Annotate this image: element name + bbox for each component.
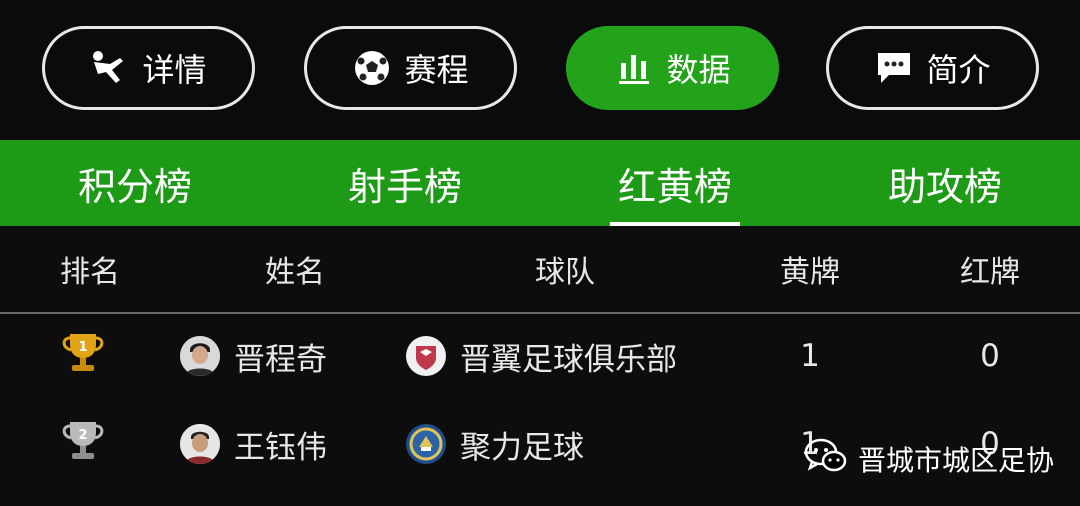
rank-number: 2 xyxy=(78,428,87,443)
intro-label: 简介 xyxy=(926,51,991,89)
tab-scorers-label: 射手榜 xyxy=(347,164,462,209)
silver-trophy-icon: 2 xyxy=(60,418,106,470)
tab-cards[interactable]: 红黄榜 xyxy=(540,140,810,226)
rank-number: 1 xyxy=(78,340,87,355)
header-name: 姓名 xyxy=(265,255,325,290)
tab-standings[interactable]: 积分榜 xyxy=(0,140,270,226)
header-team: 球队 xyxy=(535,255,595,290)
watermark-text: 晋城市城区足协 xyxy=(858,444,1055,477)
player-kick-icon xyxy=(90,48,130,88)
data-label: 数据 xyxy=(666,51,731,89)
team-cell: 聚力足球 xyxy=(406,400,736,488)
team-crest-icon xyxy=(406,424,446,464)
watermark: 晋城市城区足协 xyxy=(804,436,1054,482)
tab-scorers[interactable]: 射手榜 xyxy=(270,140,540,226)
yellow-cards-value: 1 xyxy=(800,338,820,374)
details-button[interactable]: 详情 xyxy=(42,26,255,110)
header-red-cards: 红牌 xyxy=(960,255,1020,290)
table-header: 排名 姓名 球队 黄牌 红牌 xyxy=(0,226,1080,312)
player-cell: 晋程奇 xyxy=(180,312,400,400)
chat-bubble-icon xyxy=(874,48,914,88)
tab-standings-label: 积分榜 xyxy=(77,164,192,209)
soccer-ball-icon xyxy=(352,48,392,88)
header-yellow-cards: 黄牌 xyxy=(780,255,840,290)
team-crest-icon xyxy=(406,336,446,376)
red-cards-value: 0 xyxy=(980,338,1000,374)
player-cell: 王钰伟 xyxy=(180,400,400,488)
rank-cell: 1 xyxy=(60,312,120,400)
tab-assists-label: 助攻榜 xyxy=(887,164,1002,209)
player-avatar xyxy=(180,336,220,376)
details-label: 详情 xyxy=(142,51,207,89)
tab-assists[interactable]: 助攻榜 xyxy=(810,140,1080,226)
rank-cell: 2 xyxy=(60,400,120,488)
tab-cards-label: 红黄榜 xyxy=(617,164,732,209)
team-name: 晋翼足球俱乐部 xyxy=(460,341,677,378)
wechat-icon xyxy=(804,437,848,482)
ranking-tab-bar: 积分榜 射手榜 红黄榜 助攻榜 xyxy=(0,140,1080,226)
player-name: 王钰伟 xyxy=(234,429,327,466)
intro-button[interactable]: 简介 xyxy=(826,26,1039,110)
player-name: 晋程奇 xyxy=(234,341,327,378)
header-rank: 排名 xyxy=(60,255,120,290)
team-name: 聚力足球 xyxy=(460,429,584,466)
top-nav: 详情 赛程 数据 简介 xyxy=(0,0,1080,140)
schedule-button[interactable]: 赛程 xyxy=(304,26,517,110)
table-row[interactable]: 1 晋程奇 晋翼足球俱乐部 1 0 xyxy=(0,312,1080,400)
data-button[interactable]: 数据 xyxy=(566,26,779,110)
bar-chart-icon xyxy=(614,48,654,88)
player-avatar xyxy=(180,424,220,464)
gold-trophy-icon: 1 xyxy=(60,330,106,382)
schedule-label: 赛程 xyxy=(404,51,469,89)
team-cell: 晋翼足球俱乐部 xyxy=(406,312,736,400)
